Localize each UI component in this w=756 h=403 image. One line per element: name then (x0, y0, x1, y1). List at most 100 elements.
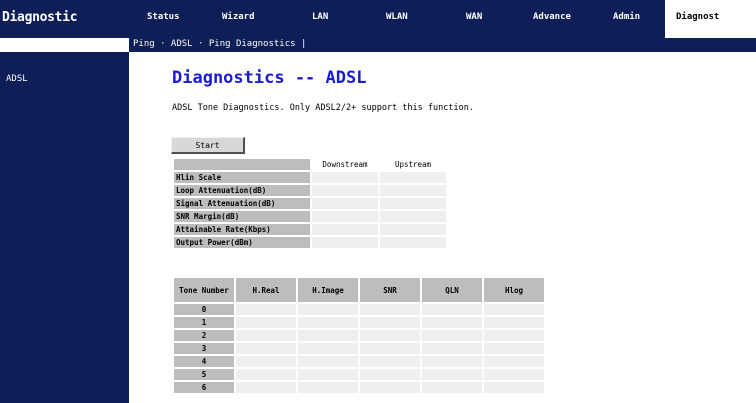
hreal-value (236, 317, 296, 328)
qln-value (422, 382, 482, 393)
hlog-value (484, 356, 544, 367)
snr-value (360, 343, 420, 354)
sub-nav-bar: Ping · ADSL · Ping Diagnostics | (0, 38, 756, 52)
tone-row: 6 (174, 382, 544, 393)
tone-row: 0 (174, 304, 544, 315)
summary-row-label: Hlin Scale (174, 172, 310, 183)
hreal-value (236, 343, 296, 354)
qln-value (422, 317, 482, 328)
page-description: ADSL Tone Diagnostics. Only ADSL2/2+ sup… (172, 103, 474, 113)
downstream-value (312, 185, 378, 196)
snr-value (360, 382, 420, 393)
downstream-value (312, 172, 378, 183)
himage-value (298, 317, 358, 328)
tone-number-header: Tone Number (174, 278, 234, 302)
upstream-value (380, 185, 446, 196)
tone-number: 6 (174, 382, 234, 393)
line-summary-table: Downstream Upstream Hlin Scale Loop Atte… (172, 157, 448, 250)
downstream-value (312, 211, 378, 222)
summary-row: Hlin Scale (174, 172, 446, 183)
qln-value (422, 356, 482, 367)
hreal-value (236, 356, 296, 367)
himage-value (298, 382, 358, 393)
downstream-value (312, 237, 378, 248)
summary-row: Signal Attenuation(dB) (174, 198, 446, 209)
downstream-value (312, 198, 378, 209)
nav-wlan[interactable]: WLAN (386, 12, 408, 22)
start-test-button[interactable]: Start (171, 137, 245, 154)
hlog-value (484, 382, 544, 393)
snr-value (360, 356, 420, 367)
hlog-value (484, 369, 544, 380)
snr-value (360, 330, 420, 341)
nav-wan[interactable]: WAN (466, 12, 482, 22)
himage-value (298, 330, 358, 341)
summary-row-label: SNR Margin(dB) (174, 211, 310, 222)
tone-row: 1 (174, 317, 544, 328)
top-nav-bar: Diagnostic Status Wizard LAN WLAN WAN Ad… (0, 0, 756, 38)
sidebar-item-adsl[interactable]: ADSL (6, 74, 28, 84)
snr-value (360, 317, 420, 328)
himage-header: H.Image (298, 278, 358, 302)
tone-number: 1 (174, 317, 234, 328)
sub-nav-strip: Ping · ADSL · Ping Diagnostics | (129, 38, 756, 52)
nav-lan[interactable]: LAN (312, 12, 328, 22)
upstream-value (380, 237, 446, 248)
tone-row: 4 (174, 356, 544, 367)
hreal-value (236, 382, 296, 393)
hreal-value (236, 304, 296, 315)
upstream-value (380, 198, 446, 209)
tone-row: 5 (174, 369, 544, 380)
himage-value (298, 369, 358, 380)
qln-header: QLN (422, 278, 482, 302)
hreal-header: H.Real (236, 278, 296, 302)
summary-row-label: Output Power(dBm) (174, 237, 310, 248)
summary-row: SNR Margin(dB) (174, 211, 446, 222)
summary-header-row: Downstream Upstream (174, 159, 446, 170)
snr-value (360, 369, 420, 380)
tone-number: 5 (174, 369, 234, 380)
tone-row: 3 (174, 343, 544, 354)
tone-number: 4 (174, 356, 234, 367)
summary-row: Loop Attenuation(dB) (174, 185, 446, 196)
summary-row-label: Signal Attenuation(dB) (174, 198, 310, 209)
qln-value (422, 304, 482, 315)
snr-value (360, 304, 420, 315)
hreal-value (236, 369, 296, 380)
snr-header: SNR (360, 278, 420, 302)
upstream-value (380, 224, 446, 235)
himage-value (298, 356, 358, 367)
hlog-value (484, 343, 544, 354)
nav-status[interactable]: Status (147, 12, 180, 22)
nav-diagnostic-active[interactable]: Diagnost (665, 0, 756, 38)
upstream-value (380, 211, 446, 222)
tone-number: 3 (174, 343, 234, 354)
summary-row: Output Power(dBm) (174, 237, 446, 248)
hreal-value (236, 330, 296, 341)
nav-wizard[interactable]: Wizard (222, 12, 255, 22)
sub-nav-links[interactable]: Ping · ADSL · Ping Diagnostics | (133, 39, 306, 49)
himage-value (298, 304, 358, 315)
upstream-value (380, 172, 446, 183)
qln-value (422, 330, 482, 341)
qln-value (422, 343, 482, 354)
downstream-header: Downstream (312, 159, 378, 170)
tone-row: 2 (174, 330, 544, 341)
tone-diagnostics-table: Tone Number H.Real H.Image SNR QLN Hlog … (172, 276, 546, 395)
summary-row-label: Loop Attenuation(dB) (174, 185, 310, 196)
hlog-value (484, 330, 544, 341)
himage-value (298, 343, 358, 354)
sidebar: ADSL (0, 52, 129, 403)
nav-diagnostic-label: Diagnost (676, 12, 720, 22)
summary-row: Attainable Rate(Kbps) (174, 224, 446, 235)
summary-row-label: Attainable Rate(Kbps) (174, 224, 310, 235)
hlog-header: Hlog (484, 278, 544, 302)
tone-number: 0 (174, 304, 234, 315)
tone-header-row: Tone Number H.Real H.Image SNR QLN Hlog (174, 278, 544, 302)
nav-admin[interactable]: Admin (613, 12, 640, 22)
qln-value (422, 369, 482, 380)
upstream-header: Upstream (380, 159, 446, 170)
page-title: Diagnostics -- ADSL (172, 68, 367, 88)
summary-corner-cell (174, 159, 310, 170)
nav-advance[interactable]: Advance (533, 12, 571, 22)
